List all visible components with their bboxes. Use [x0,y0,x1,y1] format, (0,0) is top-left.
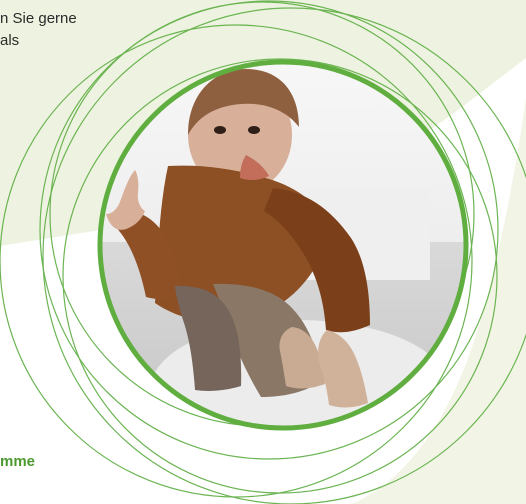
intro-text-line-2: als [0,32,20,49]
intro-text-line-1: n Sie gerne [0,10,77,27]
intro-text: n Sie gerne als [0,8,160,52]
decorative-background [0,0,526,504]
section-heading: mme [0,453,36,470]
